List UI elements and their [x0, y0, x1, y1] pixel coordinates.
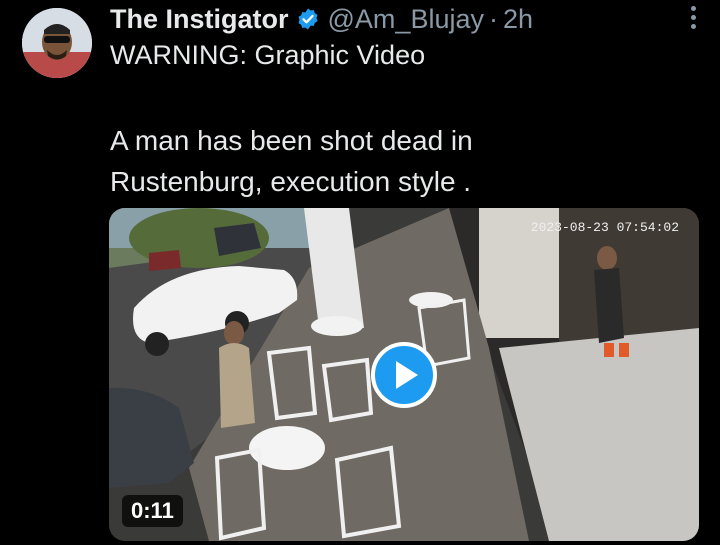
tweet-text-line: Rustenburg, execution style . [110, 166, 472, 197]
play-icon [396, 361, 418, 389]
warning-text: WARNING: Graphic Video [110, 40, 426, 70]
play-button[interactable] [371, 342, 437, 408]
display-name[interactable]: The Instigator [110, 4, 289, 35]
tweet-text: A man has been shot dead in Rustenburg, … [110, 120, 670, 202]
avatar[interactable] [22, 8, 92, 78]
separator-dot: · [488, 3, 498, 34]
video-duration: 0:11 [122, 495, 183, 527]
tweet[interactable]: The Instigator @Am_Blujay · 2h WARNING: … [0, 0, 720, 545]
timestamp-link[interactable]: 2h [503, 4, 533, 35]
video-timestamp: 2023-08-23 07:54:02 [530, 220, 679, 235]
tweet-text-line: A man has been shot dead in [110, 125, 473, 156]
verified-badge-icon [298, 8, 318, 30]
handle[interactable]: @Am_Blujay [328, 4, 484, 35]
more-options-icon[interactable] [688, 6, 698, 32]
video-player[interactable]: 2023-08-23 07:54:02 0:11 [109, 208, 699, 541]
